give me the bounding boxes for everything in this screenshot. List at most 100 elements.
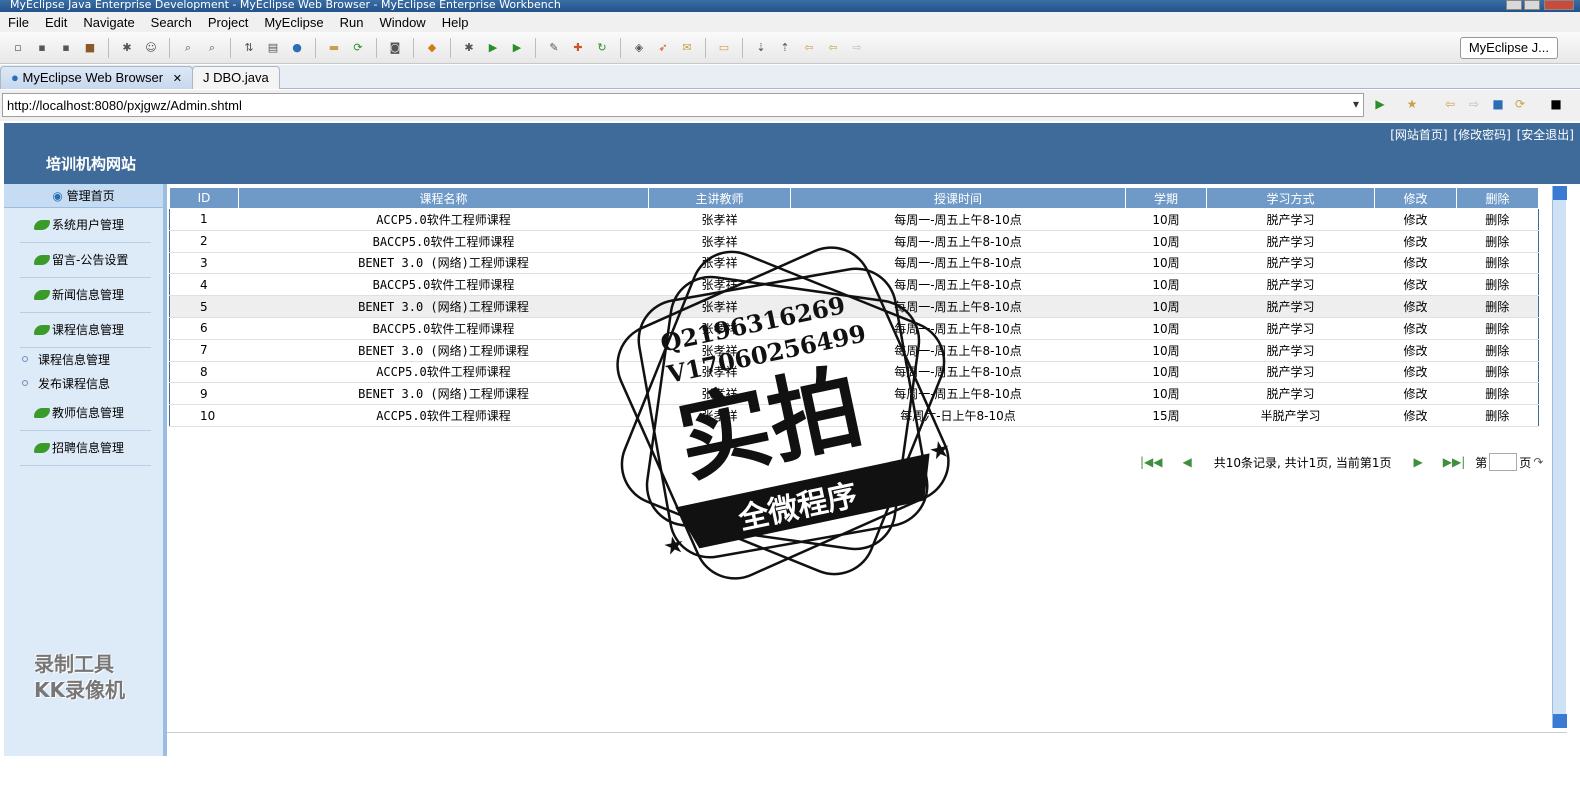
debug-icon[interactable]: ✱ [461,40,477,56]
cell-delete-link[interactable]: 删除 [1456,295,1539,318]
cell-delete-link[interactable]: 删除 [1456,317,1539,340]
refresh-icon[interactable]: ⟳ [350,40,366,56]
cell-edit-link[interactable]: 修改 [1374,382,1457,406]
dropdown-icon[interactable]: ▾ [1348,96,1364,112]
recorder-watermark: 录制工具 KK录像机 [34,651,125,703]
tab-web-browser[interactable]: ● MyEclipse Web Browser ✕ [0,66,193,89]
scroll-up-arrow[interactable] [1553,186,1567,200]
bug-icon[interactable]: ✱ [119,40,135,56]
rocket-icon[interactable]: ➶ [655,40,671,56]
menu-item-search[interactable]: Search [143,15,200,30]
close-tab-icon[interactable]: ✕ [173,73,182,85]
close-button[interactable] [1544,0,1574,10]
stop-icon[interactable]: ■ [1490,96,1506,112]
cell-delete-link[interactable]: 删除 [1456,230,1539,253]
menu-item-help[interactable]: Help [434,15,477,30]
server-icon[interactable]: ▤ [265,40,281,56]
link-site-home[interactable]: [网站首页] [1390,128,1447,142]
cell-delete-link[interactable]: 删除 [1456,339,1539,362]
perspective-switcher[interactable]: MyEclipse J... [1459,37,1558,59]
go-page-icon[interactable]: ↷ [1533,455,1543,469]
cell-edit-link[interactable]: 修改 [1374,317,1457,340]
external-tools-icon[interactable]: ▶ [509,40,525,56]
cell-delete-link[interactable]: 删除 [1456,208,1539,231]
maximize-button[interactable] [1524,0,1540,10]
menu-item-window[interactable]: Window [371,15,433,30]
sidebar-item-system-users[interactable]: 系统用户管理 [20,208,151,243]
menu-item-navigate[interactable]: Navigate [75,15,142,30]
link-change-password[interactable]: [修改密码] [1453,128,1510,142]
scroll-down-arrow[interactable] [1553,714,1567,728]
link-logout[interactable]: [安全退出] [1517,128,1574,142]
last-edit-icon[interactable]: ⇦ [801,40,817,56]
new-icon[interactable]: ▫ [10,40,26,56]
save-icon[interactable]: ▪ [34,40,50,56]
globe-icon[interactable]: ● [289,40,305,56]
sidebar-item-news[interactable]: 新闻信息管理 [20,278,151,313]
cell-edit-link[interactable]: 修改 [1374,208,1457,231]
forward-icon[interactable]: ⇨ [1466,96,1482,112]
forward-icon[interactable]: ⇨ [849,40,865,56]
prev-page-icon[interactable]: ◀ [1183,455,1192,469]
back-icon[interactable]: ⇦ [825,40,841,56]
monitor-icon[interactable]: ■ [1548,96,1564,112]
open-type-icon[interactable]: ◈ [631,40,647,56]
last-page-icon[interactable]: ▶▶| [1443,455,1466,469]
robot-icon[interactable]: ☺ [143,40,159,56]
run-icon[interactable]: ▶ [485,40,501,56]
cell-delete-link[interactable]: 删除 [1456,404,1539,427]
deploy-icon[interactable]: ⇅ [241,40,257,56]
cell-edit-link[interactable]: 修改 [1374,252,1457,275]
new-class-icon[interactable]: ◆ [424,40,440,56]
refresh-icon[interactable]: ⟳ [1512,96,1528,112]
gift-icon[interactable]: ✚ [570,40,586,56]
favorites-icon[interactable]: ★ [1404,96,1420,112]
menu-item-project[interactable]: Project [200,15,256,30]
page-scrollbar[interactable] [1552,186,1567,728]
cell-edit-link[interactable]: 修改 [1374,273,1457,297]
sidebar-subitem-course-manage[interactable]: 课程信息管理 [4,348,163,372]
cell-edit-link[interactable]: 修改 [1374,361,1457,384]
search-icon[interactable]: ⌕ [180,40,196,56]
sidebar-subitem-course-publish[interactable]: 发布课程信息 [4,372,163,396]
cell-edit-link[interactable]: 修改 [1374,404,1457,427]
cell-delete-link[interactable]: 删除 [1456,252,1539,275]
first-page-icon[interactable]: |◀◀ [1140,455,1163,469]
cycle-icon[interactable]: ↻ [594,40,610,56]
tab-dbo-java[interactable]: J DBO.java [192,66,280,89]
next-page-icon[interactable]: ▶ [1414,455,1423,469]
go-icon[interactable]: ▶ [1372,96,1388,112]
cell-edit-link[interactable]: 修改 [1374,339,1457,362]
sidebar-home[interactable]: ◉ 管理首页 [4,184,163,208]
cell-term: 10周 [1125,252,1207,275]
cell-delete-link[interactable]: 删除 [1456,273,1539,297]
page-number-input[interactable] [1489,453,1518,471]
back-icon[interactable]: ⇦ [1442,96,1458,112]
package-icon[interactable]: ■ [82,40,98,56]
wizard-icon[interactable]: ✎ [546,40,562,56]
menu-item-edit[interactable]: Edit [37,15,75,30]
sidebar-item-messages[interactable]: 留言-公告设置 [20,243,151,278]
cell-edit-link[interactable]: 修改 [1374,295,1457,318]
tab-label: MyEclipse Web Browser [22,70,164,85]
cell-delete-link[interactable]: 删除 [1456,382,1539,406]
open-task-icon[interactable]: ✉ [679,40,695,56]
cell-edit-link[interactable]: 修改 [1374,230,1457,253]
camera-icon[interactable]: ◙ [387,40,403,56]
menu-item-run[interactable]: Run [332,15,372,30]
menu-item-file[interactable]: File [0,15,37,30]
sidebar-item-courses[interactable]: 课程信息管理 [20,313,151,348]
next-annotation-icon[interactable]: ⇣ [753,40,769,56]
folder-icon[interactable]: ▬ [326,40,342,56]
cell-delete-link[interactable]: 删除 [1456,361,1539,384]
sidebar-item-teachers[interactable]: 教师信息管理 [20,396,151,431]
open-folder-icon[interactable]: ▭ [716,40,732,56]
minimize-button[interactable] [1506,0,1522,10]
search-file-icon[interactable]: ⌕ [204,40,220,56]
print-icon[interactable]: ▪ [58,40,74,56]
sidebar-item-recruitment[interactable]: 招聘信息管理 [20,431,151,466]
menu-item-myeclipse[interactable]: MyEclipse [256,15,331,30]
prev-annotation-icon[interactable]: ⇡ [777,40,793,56]
cell-teacher: 张孝祥 [648,273,791,297]
url-input[interactable] [2,93,1364,117]
